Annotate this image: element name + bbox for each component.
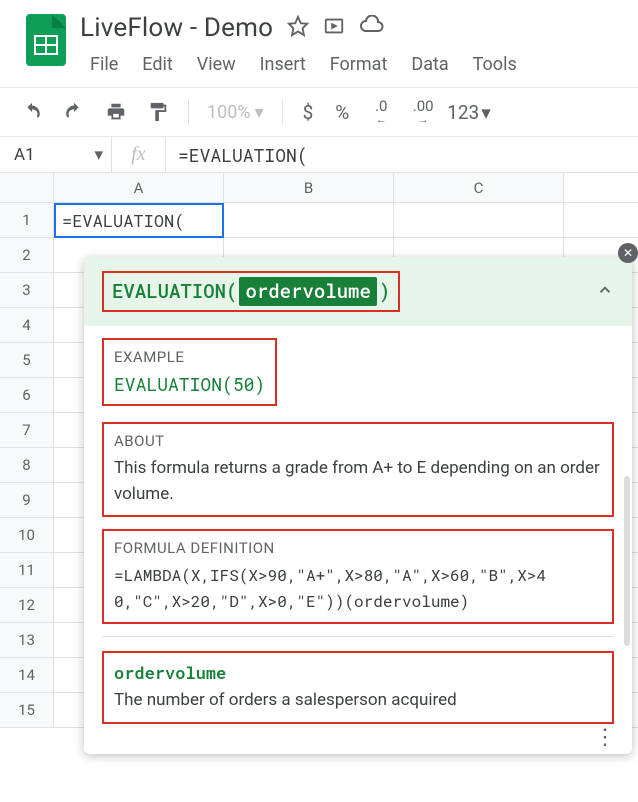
menu-bar: File Edit View Insert Format Data Tools xyxy=(80,50,626,79)
row-header[interactable]: 7 xyxy=(0,413,54,447)
menu-insert[interactable]: Insert xyxy=(250,50,316,79)
row-header[interactable]: 12 xyxy=(0,588,54,622)
increase-decimal-button[interactable]: .00→ xyxy=(405,94,441,130)
scrollbar[interactable] xyxy=(624,476,630,646)
menu-view[interactable]: View xyxy=(187,50,246,79)
format-percent-button[interactable]: % xyxy=(327,101,357,124)
star-icon[interactable] xyxy=(287,15,309,41)
menu-edit[interactable]: Edit xyxy=(132,50,182,79)
row-header[interactable]: 9 xyxy=(0,483,54,517)
row-header[interactable]: 14 xyxy=(0,658,54,692)
about-section: ABOUT This formula returns a grade from … xyxy=(102,422,614,517)
row-header[interactable]: 1 xyxy=(0,203,54,237)
document-title[interactable]: LiveFlow - Demo xyxy=(80,13,273,43)
more-options-icon[interactable]: ⋮ xyxy=(586,717,624,758)
row-header[interactable]: 4 xyxy=(0,308,54,342)
column-header[interactable]: B xyxy=(224,173,394,202)
decrease-decimal-button[interactable]: .0← xyxy=(363,94,399,130)
name-box[interactable]: A1▾ xyxy=(0,137,112,172)
example-section: EXAMPLE EVALUATION(50) xyxy=(102,338,277,406)
row-header[interactable]: 11 xyxy=(0,553,54,587)
formula-help-tooltip: ✕ EVALUATION(ordervolume) EXAMPLE EVALUA… xyxy=(84,257,632,754)
formula-bar-row: A1▾ fx =EVALUATION( xyxy=(0,137,638,173)
redo-button[interactable] xyxy=(56,94,92,130)
more-formats-dropdown[interactable]: 123▾ xyxy=(447,101,491,124)
app-header: LiveFlow - Demo File Edit View Insert Fo… xyxy=(0,0,638,79)
cell[interactable] xyxy=(224,203,394,237)
menu-tools[interactable]: Tools xyxy=(463,50,527,79)
format-currency-button[interactable]: $ xyxy=(295,101,322,124)
column-header[interactable]: C xyxy=(394,173,564,202)
column-header[interactable]: A xyxy=(54,173,224,202)
cell[interactable] xyxy=(394,203,564,237)
active-cell-editor[interactable]: =EVALUATION( xyxy=(54,203,224,238)
row-header[interactable]: 8 xyxy=(0,448,54,482)
menu-format[interactable]: Format xyxy=(320,50,398,79)
spreadsheet-grid[interactable]: A B C 123456789101112131415 =EVALUATION(… xyxy=(0,173,638,728)
sheets-logo[interactable] xyxy=(12,8,80,66)
row-header[interactable]: 6 xyxy=(0,378,54,412)
move-icon[interactable] xyxy=(323,15,345,41)
menu-file[interactable]: File xyxy=(80,50,128,79)
row-header[interactable]: 15 xyxy=(0,693,54,727)
toolbar: 100% ▾ $ % .0← .00→ 123▾ xyxy=(0,88,638,136)
row-header[interactable]: 3 xyxy=(0,273,54,307)
parameter-section: ordervolume The number of orders a sales… xyxy=(102,651,614,724)
formula-definition-section: FORMULA DEFINITION =LAMBDA(X,IFS(X>90,"A… xyxy=(102,529,614,624)
chevron-down-icon: ▾ xyxy=(94,145,103,165)
select-all-corner[interactable] xyxy=(0,173,54,202)
row-header[interactable]: 10 xyxy=(0,518,54,552)
cloud-status-icon[interactable] xyxy=(359,15,385,41)
formula-bar-input[interactable]: =EVALUATION( xyxy=(166,137,638,172)
function-signature: EVALUATION(ordervolume) xyxy=(102,271,400,312)
undo-button[interactable] xyxy=(14,94,50,130)
paint-format-button[interactable] xyxy=(140,94,176,130)
menu-data[interactable]: Data xyxy=(401,50,458,79)
collapse-icon[interactable] xyxy=(596,281,614,303)
row-header[interactable]: 2 xyxy=(0,238,54,272)
close-icon[interactable]: ✕ xyxy=(618,243,638,263)
zoom-dropdown[interactable]: 100% ▾ xyxy=(201,102,270,123)
row-header[interactable]: 5 xyxy=(0,343,54,377)
fx-icon: fx xyxy=(112,137,166,172)
print-button[interactable] xyxy=(98,94,134,130)
row-header[interactable]: 13 xyxy=(0,623,54,657)
